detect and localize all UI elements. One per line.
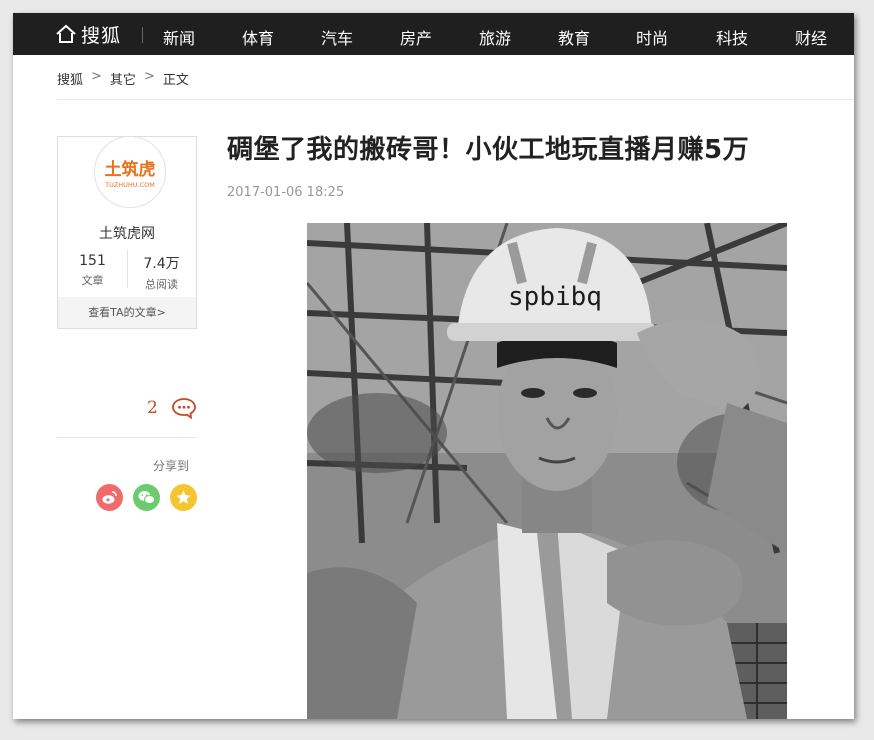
sohu-logo[interactable]: 搜狐	[55, 13, 121, 55]
author-card: 土筑虎 TUZHUHU.COM 土筑虎网 151 文章 7.4万 总阅读 查看T…	[57, 136, 197, 329]
breadcrumb-separator: >	[143, 69, 155, 84]
nav-item[interactable]: 房产	[400, 25, 432, 49]
nav-item[interactable]: 时尚	[636, 25, 668, 49]
breadcrumb-current: 正文	[162, 73, 189, 88]
stat-articles: 151 文章	[58, 253, 127, 288]
sidebar-divider	[57, 437, 197, 438]
author-logo: 土筑虎 TUZHUHU.COM	[104, 159, 156, 189]
nav-item[interactable]: 体育	[242, 25, 274, 49]
reads-count: 7.4万	[143, 256, 180, 272]
article-title: 碉堡了我的搬砖哥！小伙工地玩直播月赚5万	[227, 135, 750, 165]
nav-item[interactable]: 科技	[716, 25, 748, 49]
comment-count[interactable]: 2	[147, 398, 158, 418]
articles-label: 文章	[81, 274, 104, 287]
helmet-text: spbibq	[508, 282, 602, 312]
nav-item[interactable]: 旅游	[479, 25, 511, 49]
reads-label: 总阅读	[145, 278, 178, 291]
home-icon	[56, 24, 76, 43]
comment-icon[interactable]	[171, 397, 197, 419]
nav-item[interactable]: 汽车	[321, 25, 353, 49]
top-nav: 搜狐 新闻 体育 汽车 房产 旅游 教育 时尚 科技 财经	[13, 13, 854, 55]
logo-text: 搜狐	[81, 24, 122, 47]
browser-window: 搜狐 新闻 体育 汽车 房产 旅游 教育 时尚 科技 财经 搜狐 > 其它 > 正文 土筑虎 T…	[13, 13, 854, 719]
breadcrumb: 搜狐 > 其它 > 正文	[57, 69, 189, 88]
breadcrumb-home[interactable]: 搜狐	[57, 69, 83, 88]
wechat-icon[interactable]	[133, 484, 160, 511]
weibo-icon[interactable]	[96, 484, 123, 511]
article-photo: spbibq	[307, 223, 787, 719]
breadcrumb-category[interactable]: 其它	[110, 69, 136, 88]
articles-count: 151	[79, 253, 106, 269]
author-logo-text: 土筑虎	[105, 159, 156, 180]
nav-divider	[142, 27, 143, 43]
breadcrumb-divider	[57, 99, 854, 100]
article-time: 2017-01-06 18:25	[227, 185, 345, 200]
view-articles-link[interactable]: 查看TA的文章>	[58, 297, 196, 328]
author-avatar[interactable]: 土筑虎 TUZHUHU.COM	[94, 136, 166, 208]
stat-reads: 7.4万 总阅读	[127, 253, 196, 292]
share-icons	[96, 484, 197, 511]
breadcrumb-separator: >	[91, 69, 102, 84]
favorite-icon[interactable]	[170, 484, 197, 511]
share-label: 分享到	[153, 459, 190, 473]
author-name[interactable]: 土筑虎网	[58, 223, 196, 243]
nav-item[interactable]: 教育	[558, 25, 590, 49]
nav-item[interactable]: 新闻	[163, 25, 195, 49]
author-logo-sub: TUZHUHU.COM	[104, 181, 155, 189]
nav-item[interactable]: 财经	[795, 25, 827, 49]
